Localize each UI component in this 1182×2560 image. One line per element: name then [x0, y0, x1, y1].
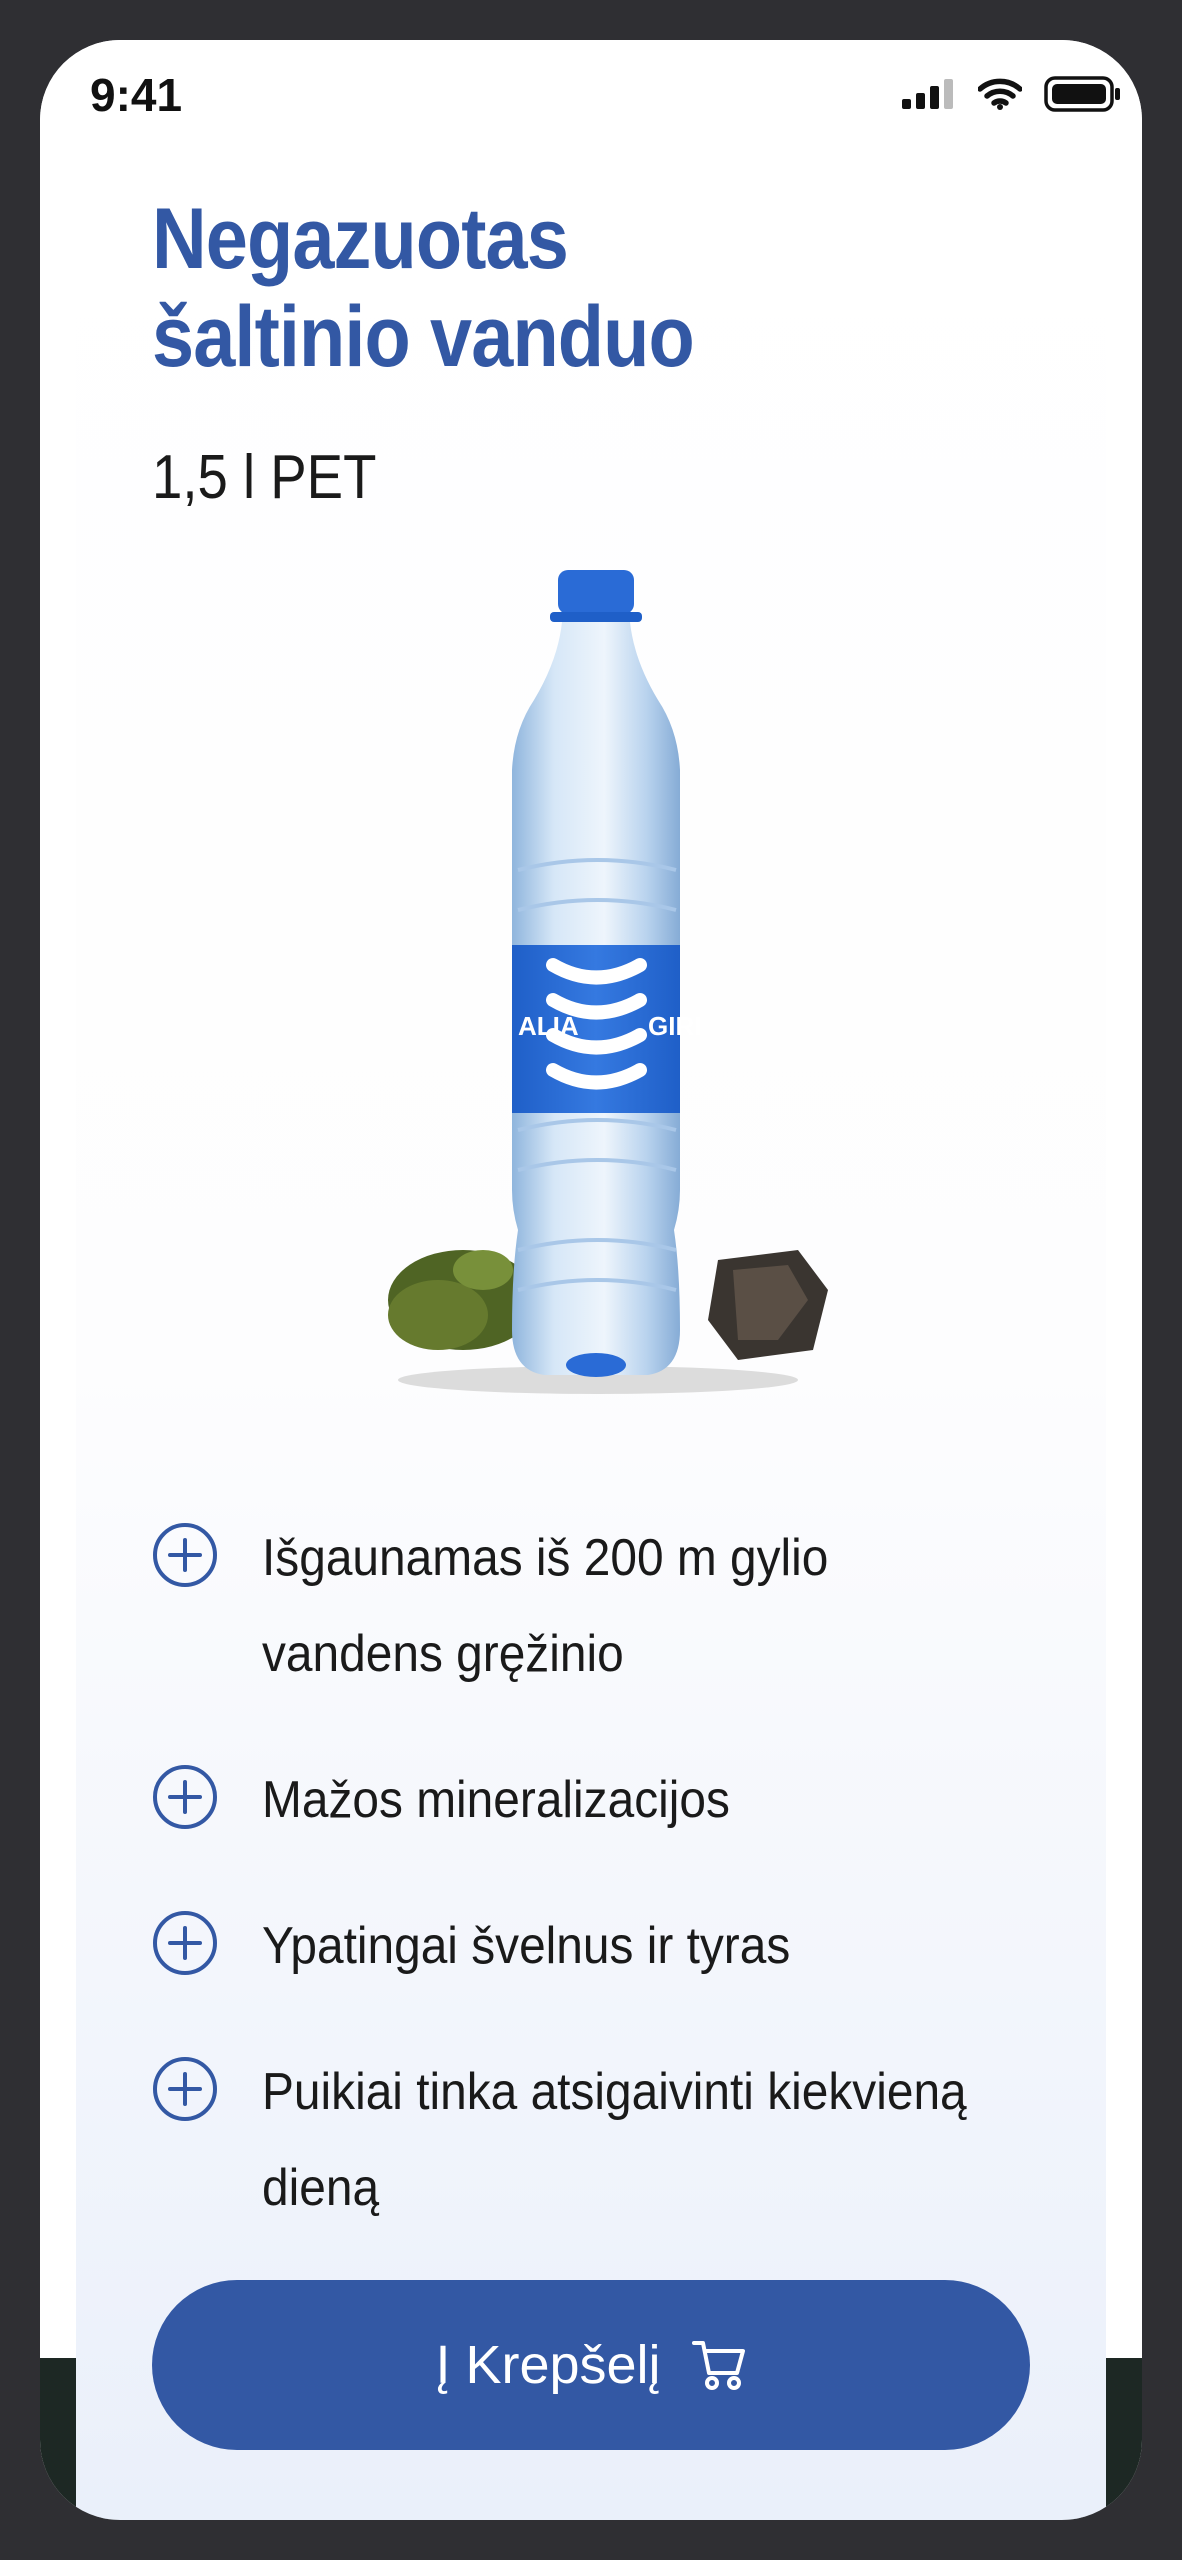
status-time: 9:41 [90, 69, 183, 121]
status-bar: 9:41 [40, 40, 1142, 160]
phone-screen: 9:41 Negazuotas šaltinio vanduo 1,5 l PE… [40, 40, 1142, 2520]
bottle-cap [558, 570, 634, 614]
status-icons [902, 76, 1122, 112]
bottle-label-left: ALIA [518, 1011, 579, 1041]
device-frame: 9:41 Negazuotas šaltinio vanduo 1,5 l PE… [0, 0, 1182, 2560]
feature-text: Puikiai tinka atsigaivinti kiekvieną die… [262, 2063, 967, 2217]
product-title-line1: Negazuotas [152, 191, 569, 287]
product-volume: 1,5 l PET [152, 443, 377, 512]
feature-text: Išgaunamas iš 200 m gylio vandens gręžin… [262, 1529, 829, 1683]
feature-text: Ypatingai švelnus ir tyras [262, 1917, 791, 1975]
cellular-signal-icon [902, 79, 953, 109]
add-to-cart-label: Į Krepšelį [435, 2335, 661, 2395]
product-title-line2: šaltinio vanduo [152, 289, 695, 385]
battery-icon [1044, 76, 1120, 112]
feature-item: Ypatingai švelnus ir tyras [152, 1898, 1072, 1994]
product-bottle-image: ALIA GIRI [388, 570, 828, 1394]
plus-circle-icon[interactable] [152, 1910, 218, 1976]
product-title: Negazuotas šaltinio vanduo [152, 190, 944, 386]
plus-circle-icon[interactable] [152, 1522, 218, 1588]
feature-item: Išgaunamas iš 200 m gylio vandens gręžin… [152, 1510, 1072, 1702]
plus-circle-icon[interactable] [152, 1764, 218, 1830]
feature-item: Mažos mineralizacijos [152, 1752, 1072, 1848]
feature-item: Puikiai tinka atsigaivinti kiekvieną die… [152, 2044, 1072, 2236]
wifi-icon [978, 78, 1022, 110]
bottle-label-right: GIRI [648, 1011, 701, 1041]
add-to-cart-button[interactable]: Į Krepšelį [152, 2280, 1030, 2450]
feature-text: Mažos mineralizacijos [262, 1771, 730, 1829]
plus-circle-icon[interactable] [152, 2056, 218, 2122]
feature-list: Išgaunamas iš 200 m gylio vandens gręžin… [152, 1510, 1072, 2286]
shopping-cart-icon [691, 2341, 745, 2390]
